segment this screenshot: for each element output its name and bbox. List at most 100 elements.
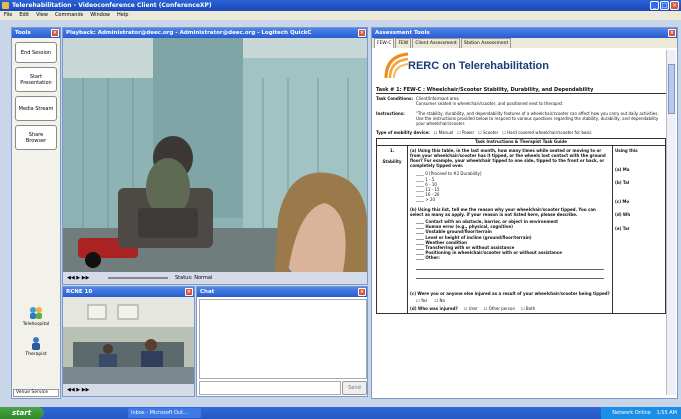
instructions-text: "The stability, durability, and dependab… xyxy=(416,110,659,127)
playback-close-button[interactable]: × xyxy=(358,29,366,37)
injury-yes[interactable]: ☐ Yes xyxy=(416,298,427,303)
question-d: (d) Who was injured? xyxy=(410,306,458,312)
local-video-close-button[interactable]: × xyxy=(185,288,193,296)
assessment-title: Assessment Tools xyxy=(375,30,430,36)
menu-edit[interactable]: Edit xyxy=(19,11,29,20)
tools-panel-header: Tools × xyxy=(12,28,60,38)
guide-item: (b) Tal xyxy=(615,180,630,186)
injured-user[interactable]: ☐ User xyxy=(464,306,478,311)
tab-few-c[interactable]: FEW-C xyxy=(374,38,395,48)
other-line xyxy=(416,268,604,270)
therapist-participant[interactable]: Therapist xyxy=(12,336,60,357)
mobility-power[interactable]: ☐ Power xyxy=(457,130,474,135)
count-option[interactable]: ____ > 20 xyxy=(416,197,610,202)
questions-cell: (a) Using this table, in the last month,… xyxy=(408,145,613,314)
menu-help[interactable]: Help xyxy=(117,11,128,20)
end-session-button[interactable]: End Session xyxy=(15,42,57,63)
local-video-header: RCNE 10 × xyxy=(63,287,194,297)
close-button[interactable]: × xyxy=(670,1,679,10)
chat-log xyxy=(199,299,367,379)
playback-status: Status: Normal xyxy=(175,275,213,281)
guide-item: (a) Ma xyxy=(615,166,630,172)
venue-service-field[interactable]: Venue Service xyxy=(13,389,59,397)
assessment-close-button[interactable]: × xyxy=(668,29,676,37)
chat-window: Chat × Send xyxy=(196,286,368,397)
play-icon[interactable]: ◀◀ ▶ ▶▶ xyxy=(67,272,89,284)
minimize-button[interactable]: _ xyxy=(650,1,659,10)
send-button[interactable]: Send xyxy=(342,381,367,395)
person-icon xyxy=(32,337,40,350)
task-title: Task # 1: FEW-C : Wheelchair/Scooter Sta… xyxy=(376,87,666,95)
guide-item: (c) Mo xyxy=(615,199,630,205)
video-frame xyxy=(63,38,367,272)
tab-station-assessment[interactable]: Station Assessment xyxy=(460,38,512,48)
menu-window[interactable]: Window xyxy=(90,11,110,20)
injured-other[interactable]: ☐ Other person xyxy=(484,306,515,311)
other-line xyxy=(416,277,604,279)
assessment-header: Assessment Tools × xyxy=(372,28,677,38)
app-title-bar: Telerehabilitation - Videoconference Cli… xyxy=(0,0,681,11)
local-video-frame xyxy=(63,297,194,384)
menu-commands[interactable]: Commands xyxy=(55,11,83,20)
start-presentation-button[interactable]: Start Presentation xyxy=(15,67,57,92)
task-condition-2: Consumer seated in wheelchair/scooter, a… xyxy=(416,101,563,107)
menu-bar: File Edit View Commands Window Help xyxy=(0,11,681,20)
row-number: 1. xyxy=(389,147,395,153)
mobility-scooter[interactable]: ☐ Scooter xyxy=(478,130,498,135)
mobility-other[interactable]: ☐ Hard covered wheelchair/scooter for ba… xyxy=(502,130,591,135)
tools-title: Tools xyxy=(15,30,31,36)
playback-controls: ◀◀ ▶ ▶▶ Status: Normal xyxy=(63,272,367,284)
therapist-guide-cell: Using this (a) Ma (b) Tal (c) Mo (d) Wh … xyxy=(613,146,665,314)
network-status[interactable]: Network Online xyxy=(612,410,651,416)
reason-option[interactable]: ____ Other: xyxy=(416,255,610,260)
mobility-label: Type of mobility device: xyxy=(376,130,430,136)
taskbar: start Inbox - Microsoft Out... Network O… xyxy=(0,407,681,419)
count-options: ____ 0 [Proceed to #2 Durability] ____ 1… xyxy=(416,171,610,202)
guide-item: (e) Tar xyxy=(615,225,630,231)
chat-header: Chat × xyxy=(197,287,367,297)
app-icon xyxy=(2,2,9,9)
scroll-thumb[interactable] xyxy=(668,64,675,114)
share-browser-button[interactable]: Share Browser xyxy=(15,125,57,150)
menu-file[interactable]: File xyxy=(4,11,12,20)
instructions-label: Instructions: xyxy=(376,110,405,116)
volume-slider[interactable] xyxy=(108,277,168,279)
chat-input[interactable] xyxy=(199,381,341,395)
mobility-manual[interactable]: ☐ Manual xyxy=(434,130,453,135)
chat-close-button[interactable]: × xyxy=(358,288,366,296)
local-video-controls: ◀◀ ▶ ▶▶ xyxy=(63,384,194,396)
maximize-button[interactable]: □ xyxy=(660,1,669,10)
chat-title: Chat xyxy=(200,289,215,295)
question-a: (a) Using this table, in the last month,… xyxy=(410,147,606,169)
media-stream-button[interactable]: Media Stream xyxy=(15,96,57,121)
task-conditions-label: Task Conditions: xyxy=(376,96,413,102)
telehospital-label: Telehospital xyxy=(22,322,50,327)
mobility-device-row: Type of mobility device: ☐ Manual ☐ Powe… xyxy=(376,130,666,135)
local-play-icon[interactable]: ◀◀ ▶ ▶▶ xyxy=(67,384,89,396)
telehospital-participant[interactable]: Telehospital xyxy=(12,306,60,327)
local-video-window: RCNE 10 × ◀◀ ▶ ▶▶ xyxy=(62,286,195,397)
tab-client-assessment[interactable]: Client Assessment xyxy=(412,38,460,48)
rerc-logo-icon xyxy=(384,52,409,79)
taskbar-item-outlook[interactable]: Inbox - Microsoft Out... xyxy=(128,408,201,418)
assessment-tabs: FEW-C FEW Client Assessment Station Asse… xyxy=(372,38,677,48)
guide-item: (d) Wh xyxy=(615,212,631,218)
playback-title: Playback: Administrator@deec.org - Admin… xyxy=(66,30,312,36)
start-button[interactable]: start xyxy=(0,407,44,419)
brand-header: RERC on Telerehabilitation xyxy=(376,50,666,86)
injury-no[interactable]: ☐ No xyxy=(435,298,445,303)
tools-close-button[interactable]: × xyxy=(51,29,59,37)
assessment-scrollbar[interactable] xyxy=(666,50,676,395)
app-title: Telerehabilitation - Videoconference Cli… xyxy=(12,2,212,9)
playback-window: Playback: Administrator@deec.org - Admin… xyxy=(62,27,368,285)
injured-both[interactable]: ☐ Both xyxy=(521,306,535,311)
reason-options: ____ Contact with an obstacle, barrier, … xyxy=(416,219,610,261)
question-c: (c) Were you or anyone else injured as a… xyxy=(410,290,610,296)
playback-header: Playback: Administrator@deec.org - Admin… xyxy=(63,28,367,38)
remote-video xyxy=(63,38,367,272)
menu-view[interactable]: View xyxy=(36,11,48,20)
assessment-document: RERC on Telerehabilitation Task # 1: FEW… xyxy=(376,50,666,394)
tab-few[interactable]: FEW xyxy=(395,38,412,48)
question-d-row: (d) Who was injured? ☐ User ☐ Other pers… xyxy=(410,306,610,311)
local-video-title: RCNE 10 xyxy=(66,289,93,295)
